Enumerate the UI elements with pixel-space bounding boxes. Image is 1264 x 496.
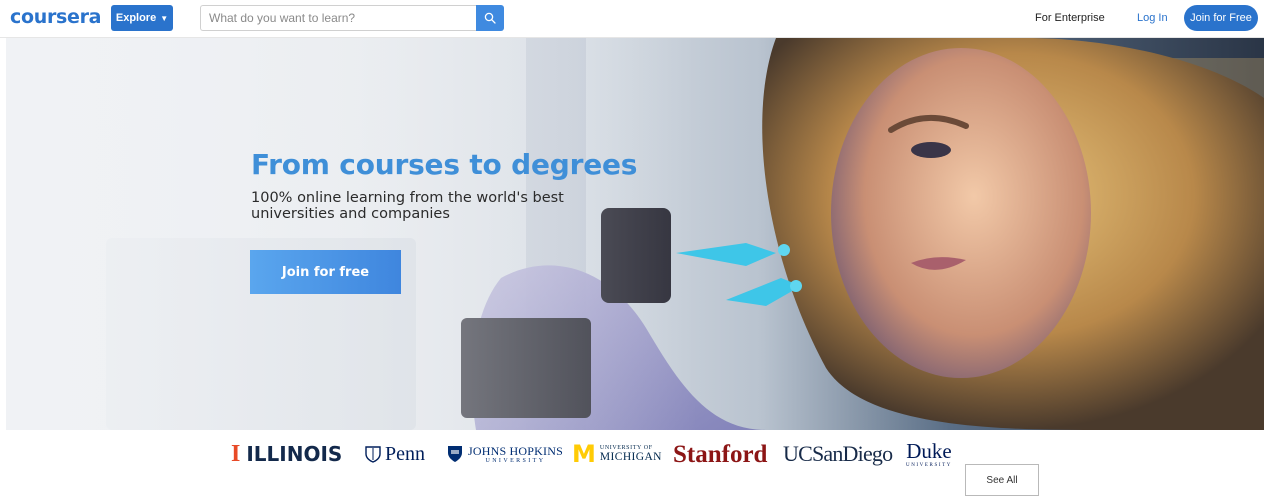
hero-photo	[6, 38, 1264, 430]
partner-johns-hopkins[interactable]: JOHNS HOPKINS UNIVERSITY	[447, 438, 563, 470]
partner-michigan-line2: MICHIGAN	[599, 450, 662, 463]
hero-join-for-free-button[interactable]: Join for free	[250, 250, 401, 294]
search-input[interactable]	[200, 5, 476, 31]
search-button[interactable]	[476, 5, 504, 31]
partner-duke-line2: UNIVERSITY	[906, 462, 952, 468]
jhu-shield-icon	[448, 446, 462, 462]
michigan-block-m-icon: M	[572, 440, 596, 468]
hero-banner: From courses to degrees 100% online lear…	[6, 38, 1264, 430]
chevron-down-icon: ▼	[160, 13, 169, 23]
for-enterprise-link[interactable]: For Enterprise	[1035, 12, 1105, 24]
coursera-logo[interactable]: coursera	[10, 6, 102, 28]
partner-penn[interactable]: Penn	[364, 438, 425, 470]
partner-jhu-line2: UNIVERSITY	[485, 457, 546, 464]
partner-uc-san-diego[interactable]: UCSanDiego	[783, 438, 893, 470]
hero-subtitle: 100% online learning from the world's be…	[251, 190, 564, 222]
partner-stanford[interactable]: Stanford	[673, 438, 767, 470]
partner-illinois[interactable]: I ILLINOIS	[231, 438, 342, 470]
partner-jhu-line1: JOHNS HOPKINS	[468, 443, 563, 458]
hero-title: From courses to degrees	[251, 148, 638, 181]
explore-button[interactable]: Explore ▼	[111, 5, 173, 31]
explore-label: Explore	[115, 12, 157, 24]
illinois-block-i-icon: I	[231, 441, 241, 467]
partner-penn-label: Penn	[385, 443, 425, 465]
partner-illinois-label: ILLINOIS	[246, 442, 343, 466]
partner-michigan-line1: UNIVERSITY OF	[599, 444, 653, 451]
join-for-free-button[interactable]: Join for Free	[1184, 5, 1258, 31]
partner-duke[interactable]: Duke UNIVERSITY	[906, 438, 952, 470]
partner-duke-line1: Duke	[906, 438, 952, 463]
penn-shield-icon	[365, 446, 381, 463]
search-icon	[484, 12, 496, 24]
search-bar	[200, 5, 504, 31]
login-link[interactable]: Log In	[1137, 12, 1168, 24]
see-all-partners-button[interactable]: See All	[965, 464, 1039, 496]
partner-michigan[interactable]: M UNIVERSITY OF MICHIGAN	[572, 438, 662, 470]
top-header: coursera Explore ▼ For Enterprise Log In…	[0, 0, 1264, 38]
